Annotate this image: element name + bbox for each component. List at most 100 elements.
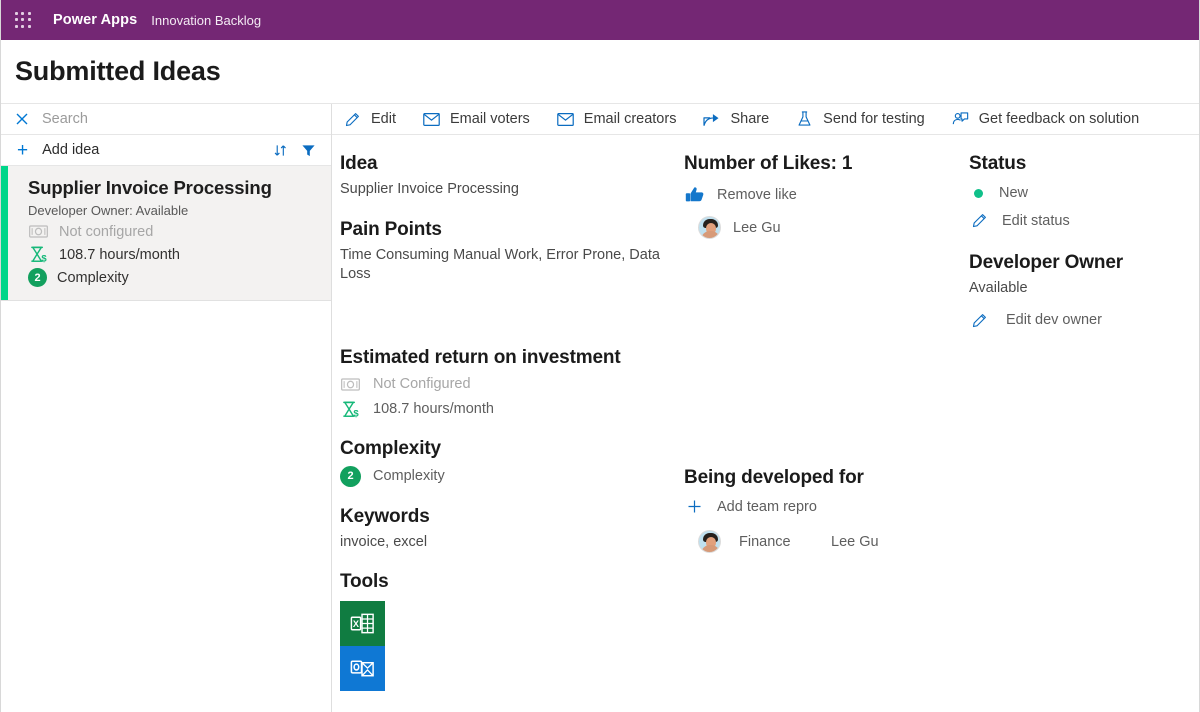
detail-mid-column: Number of Likes: 1 Remove like Lee Gu Be… <box>684 153 969 712</box>
email-voters-label: Email voters <box>450 111 530 127</box>
complexity-heading: Complexity <box>340 437 441 459</box>
card-complexity-row: 2 Complexity <box>28 268 319 288</box>
voter-row: Lee Gu <box>698 216 969 239</box>
edit-dev-owner-button[interactable]: Edit dev owner <box>969 311 1189 330</box>
share-button[interactable]: Share <box>702 111 769 128</box>
developed-for-heading: Being developed for <box>684 467 864 488</box>
keywords-heading: Keywords <box>340 505 430 527</box>
card-accent-bar <box>1 166 8 301</box>
email-voters-button[interactable]: Email voters <box>422 111 530 128</box>
card-body: Supplier Invoice Processing Developer Ow… <box>8 166 331 300</box>
card-complexity-label: Complexity <box>57 269 129 286</box>
brand-label[interactable]: Power Apps <box>53 12 137 28</box>
tools-list: X <box>340 601 684 692</box>
edit-status-label: Edit status <box>1002 212 1070 229</box>
detail-main-column: Idea Supplier Invoice Processing Pain Po… <box>332 153 684 712</box>
mail-icon <box>556 111 575 128</box>
pain-points-value: Time Consuming Manual Work, Error Prone,… <box>340 246 660 283</box>
team-name: Finance <box>739 533 791 550</box>
edit-dev-owner-label: Edit dev owner <box>1006 312 1102 329</box>
detail-pane: Edit Email voters Email creators Share S… <box>332 104 1199 712</box>
roi-money-text: Not Configured <box>373 376 471 393</box>
plus-icon <box>684 497 705 516</box>
status-badge: New <box>969 185 1189 201</box>
svg-text:$: $ <box>41 254 47 264</box>
team-person: Lee Gu <box>831 533 879 550</box>
get-feedback-button[interactable]: Get feedback on solution <box>951 111 1139 128</box>
pencil-icon <box>969 311 990 330</box>
edit-button[interactable]: Edit <box>343 111 396 128</box>
plus-icon[interactable]: + <box>17 141 28 160</box>
likes-heading: Number of Likes: 1 <box>684 153 853 174</box>
money-icon <box>28 222 49 241</box>
search-input[interactable] <box>42 111 321 127</box>
add-idea-row: + Add idea <box>1 135 331 166</box>
remove-like-button[interactable]: Remove like <box>684 185 969 204</box>
status-dot-icon <box>974 188 983 198</box>
tools-heading: Tools <box>340 571 389 593</box>
thumbs-up-icon <box>684 185 705 204</box>
complexity-row: 2 Complexity <box>340 465 684 487</box>
card-roi-money-text: Not configured <box>59 223 154 240</box>
outlook-icon[interactable] <box>340 646 385 692</box>
list-item[interactable]: Supplier Invoice Processing Developer Ow… <box>1 166 331 302</box>
remove-like-label: Remove like <box>717 186 797 203</box>
voter-name: Lee Gu <box>733 219 781 236</box>
sort-icon[interactable] <box>269 139 291 161</box>
detail-content: Idea Supplier Invoice Processing Pain Po… <box>332 135 1199 712</box>
idea-value: Supplier Invoice Processing <box>340 181 519 197</box>
share-icon <box>702 111 721 128</box>
page-title: Submitted Ideas <box>15 56 221 86</box>
avatar <box>698 530 721 553</box>
card-roi-hours-text: 108.7 hours/month <box>59 246 180 263</box>
roi-hours-text: 108.7 hours/month <box>373 401 494 418</box>
table-row: Finance Lee Gu <box>698 530 969 553</box>
roi-money-row: Not Configured <box>340 375 684 394</box>
feedback-person-icon <box>951 111 970 128</box>
idea-heading: Idea <box>340 153 378 174</box>
share-label: Share <box>730 111 770 127</box>
email-creators-button[interactable]: Email creators <box>556 111 677 128</box>
excel-icon[interactable]: X <box>340 601 385 647</box>
app-launcher-grid-icon[interactable] <box>10 7 36 33</box>
add-team-repro-label: Add team repro <box>717 498 817 515</box>
add-team-repro-button[interactable]: Add team repro <box>684 497 969 516</box>
complexity-label: Complexity <box>373 468 445 485</box>
status-value: New <box>999 185 1029 201</box>
add-idea-button[interactable]: Add idea <box>42 142 263 158</box>
app-window: Power Apps Innovation Backlog Submitted … <box>0 0 1200 712</box>
send-for-testing-button[interactable]: Send for testing <box>795 111 925 128</box>
card-title: Supplier Invoice Processing <box>28 177 272 198</box>
card-subtitle: Developer Owner: Available <box>28 203 189 219</box>
pain-points-heading: Pain Points <box>340 218 442 240</box>
svg-text:X: X <box>353 619 360 629</box>
svg-text:$: $ <box>353 408 359 418</box>
beaker-icon <box>795 111 814 128</box>
status-heading: Status <box>969 153 1027 174</box>
detail-side-column: Status New Edit status Developer Owner A… <box>969 153 1199 712</box>
get-feedback-label: Get feedback on solution <box>978 111 1140 127</box>
email-creators-label: Email creators <box>583 111 677 127</box>
complexity-badge: 2 <box>340 465 361 487</box>
keywords-value: invoice, excel <box>340 533 428 550</box>
complexity-badge: 2 <box>28 268 47 288</box>
developer-owner-heading: Developer Owner <box>969 252 1124 273</box>
close-icon[interactable] <box>14 111 30 127</box>
pencil-icon <box>343 111 362 128</box>
ideas-list-pane: + Add idea Supplier Inv <box>1 104 332 712</box>
card-roi-money-row: Not configured <box>28 222 319 241</box>
roi-heading: Estimated return on investment <box>340 346 621 368</box>
page-body: + Add idea Supplier Inv <box>1 104 1199 712</box>
filter-icon[interactable] <box>297 139 319 161</box>
hourglass-dollar-icon: $ <box>28 245 49 264</box>
app-name-label[interactable]: Innovation Backlog <box>151 13 261 28</box>
top-navigation-bar: Power Apps Innovation Backlog <box>1 0 1199 40</box>
page-title-bar: Submitted Ideas <box>1 40 1199 104</box>
edit-label: Edit <box>371 111 396 127</box>
developer-owner-value: Available <box>969 280 1028 296</box>
mail-icon <box>422 111 441 128</box>
command-bar: Edit Email voters Email creators Share S… <box>332 104 1199 135</box>
pencil-icon <box>969 211 990 230</box>
money-icon <box>340 375 361 394</box>
edit-status-button[interactable]: Edit status <box>969 211 1189 230</box>
